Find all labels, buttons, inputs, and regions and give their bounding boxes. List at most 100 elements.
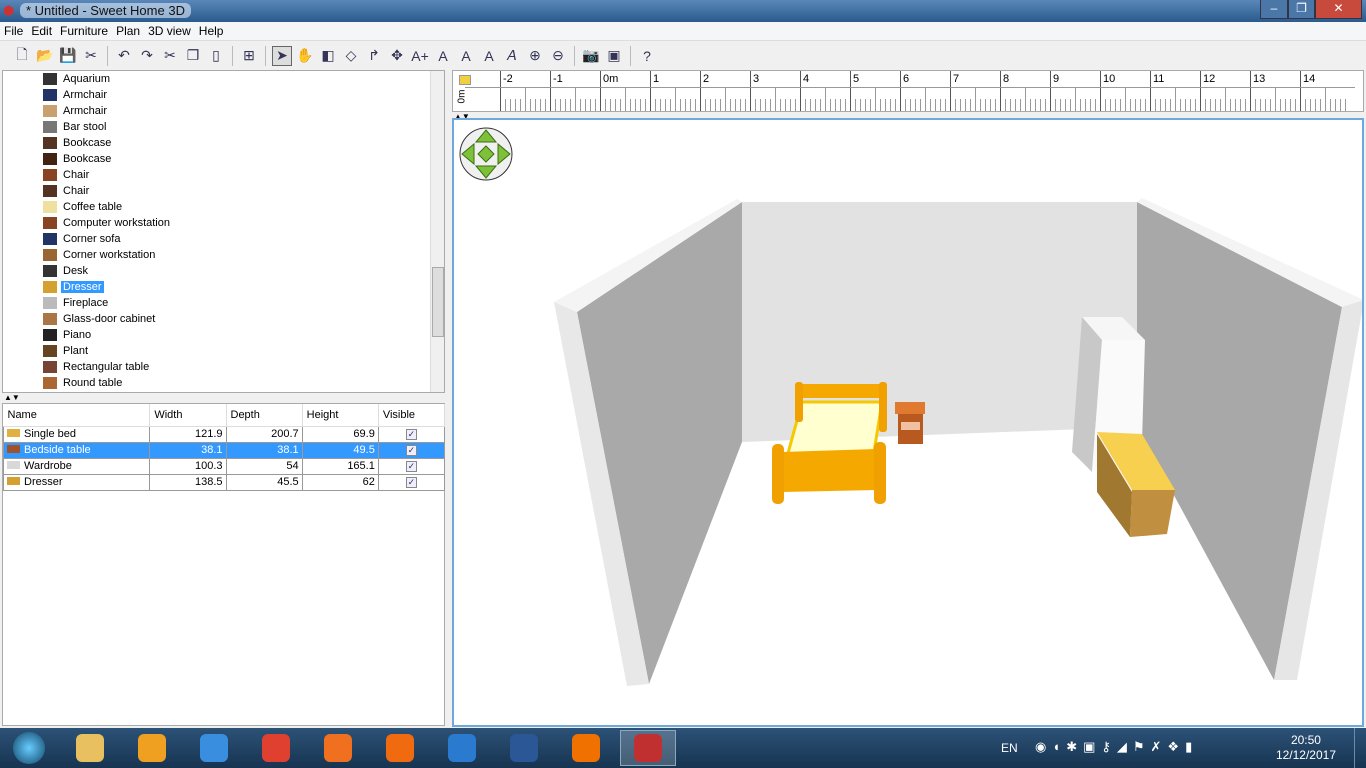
catalog-scrollbar[interactable] — [430, 71, 444, 392]
select-button[interactable]: ➤ — [272, 45, 292, 66]
catalog-item[interactable]: Computer workstation — [3, 215, 444, 231]
catalog-item[interactable]: Corner workstation — [3, 247, 444, 263]
clock[interactable]: 20:50 12/12/2017 — [1276, 733, 1336, 763]
system-tray-icons[interactable]: ◉◖✱▣⚷◢⚑✗❖▮ — [1035, 739, 1198, 755]
create-walls-button[interactable]: ◧ — [318, 46, 338, 66]
scroll-thumb[interactable] — [432, 267, 444, 337]
table-row[interactable]: Dresser 138.5 45.5 62 ✓ — [2, 473, 446, 491]
menu-3d-view[interactable]: 3D view — [144, 22, 195, 40]
taskbar-app[interactable] — [558, 730, 614, 766]
table-row[interactable]: Wardrobe 100.3 54 165.1 ✓ — [2, 457, 446, 475]
taskbar-app[interactable] — [310, 730, 366, 766]
catalog-item[interactable]: Armchair — [3, 103, 444, 119]
pan-button[interactable]: ✋ — [295, 46, 315, 66]
splitter-arrows[interactable]: ▲▼ — [4, 393, 20, 402]
catalog-item[interactable]: Aquarium — [3, 71, 444, 87]
ruler-minor-tick — [1215, 99, 1216, 111]
help-button[interactable]: ? — [637, 46, 657, 66]
redo-button[interactable]: ↷ — [137, 46, 157, 66]
close-button[interactable]: ✕ — [1315, 0, 1362, 19]
3d-view[interactable] — [452, 118, 1364, 727]
catalog-item[interactable]: Fireplace — [3, 295, 444, 311]
open-icon: 📂 — [36, 47, 54, 63]
zoom-out-button[interactable]: ⊖ — [548, 46, 568, 66]
furniture-icon — [43, 377, 57, 389]
catalog-item[interactable]: Bar stool — [3, 119, 444, 135]
taskbar-app[interactable] — [124, 730, 180, 766]
column-header-depth[interactable]: Depth — [226, 404, 303, 427]
increase-text-button[interactable]: A — [433, 46, 453, 66]
start-button[interactable] — [4, 730, 54, 766]
preferences-button[interactable]: ✂ — [81, 46, 101, 66]
catalog-item[interactable]: Plant — [3, 343, 444, 359]
3d-scene[interactable] — [454, 120, 1364, 725]
ruler-minor-tick — [965, 99, 966, 111]
language-indicator[interactable]: EN — [1001, 741, 1018, 755]
menu-file[interactable]: File — [0, 22, 27, 40]
visible-checkbox[interactable]: ✓ — [405, 461, 417, 472]
menu-plan[interactable]: Plan — [112, 22, 144, 40]
ruler-minor-tick — [1340, 99, 1341, 111]
decrease-text-button[interactable]: A — [456, 46, 476, 66]
catalog-item[interactable]: Glass-door cabinet — [3, 311, 444, 327]
catalog-item[interactable]: Bookcase — [3, 135, 444, 151]
visible-checkbox[interactable]: ✓ — [405, 429, 417, 440]
save-button[interactable]: 💾 — [58, 46, 78, 66]
catalog-item[interactable]: Bookcase — [3, 151, 444, 167]
minimize-button[interactable]: – — [1260, 0, 1288, 19]
menu-edit[interactable]: Edit — [27, 22, 56, 40]
open-button[interactable]: 📂 — [35, 46, 55, 66]
create-rooms-button[interactable]: ◇ — [341, 46, 361, 66]
copy-button[interactable]: ❐ — [183, 46, 203, 66]
zoom-in-button[interactable]: ⊕ — [525, 46, 545, 66]
table-row[interactable]: Bedside table 38.1 38.1 49.5 ✓ — [2, 441, 446, 459]
taskbar-app[interactable] — [186, 730, 242, 766]
create-polylines-button[interactable]: ↱ — [364, 46, 384, 66]
ruler-minor-tick — [645, 99, 646, 111]
cut-button[interactable]: ✂ — [160, 46, 180, 66]
catalog-item[interactable]: Coffee table — [3, 199, 444, 215]
create-video-button[interactable]: ▣ — [604, 46, 624, 66]
column-header-name[interactable]: Name — [3, 404, 151, 427]
undo-button[interactable]: ↶ — [114, 46, 134, 66]
catalog-item[interactable]: Corner sofa — [3, 231, 444, 247]
catalog-item[interactable]: Round table — [3, 375, 444, 391]
taskbar-app[interactable] — [620, 730, 676, 766]
create-dimensions-button[interactable]: ✥ — [387, 46, 407, 66]
taskbar-app[interactable] — [62, 730, 118, 766]
ruler-minor-tick — [1010, 99, 1011, 111]
column-header-width[interactable]: Width — [149, 404, 227, 427]
taskbar-app[interactable] — [496, 730, 552, 766]
bold-text-button[interactable]: A — [479, 46, 499, 66]
ruler-minor-tick — [1270, 99, 1271, 111]
italic-text-button[interactable]: 𝘈 — [502, 46, 522, 66]
catalog-item[interactable]: Chair — [3, 183, 444, 199]
column-header-height[interactable]: Height — [302, 404, 379, 427]
visible-checkbox[interactable]: ✓ — [405, 445, 417, 456]
create-photo-button[interactable]: 📷 — [581, 46, 601, 66]
ruler-minor-tick — [765, 99, 766, 111]
catalog-item[interactable]: Dresser — [3, 279, 444, 295]
maximize-button[interactable]: ❐ — [1288, 0, 1315, 19]
new-button[interactable]: 🗋 — [12, 46, 32, 66]
ruler-minor-tick — [1175, 87, 1176, 111]
table-row[interactable]: Single bed 121.9 200.7 69.9 ✓ — [2, 425, 446, 443]
menu-furniture[interactable]: Furniture — [56, 22, 112, 40]
column-header-visible[interactable]: Visible — [378, 404, 446, 427]
visible-checkbox[interactable]: ✓ — [405, 477, 417, 488]
catalog-item[interactable]: Desk — [3, 263, 444, 279]
catalog-item[interactable]: Chair — [3, 167, 444, 183]
add-text-button[interactable]: A+ — [410, 46, 430, 66]
ruler-minor-tick — [1225, 87, 1226, 111]
add-furniture-button[interactable]: ⊞ — [239, 46, 259, 66]
show-desktop-button[interactable] — [1354, 728, 1366, 768]
paste-button[interactable]: ▯ — [206, 46, 226, 66]
menu-help[interactable]: Help — [195, 22, 228, 40]
taskbar-app[interactable] — [372, 730, 428, 766]
catalog-item[interactable]: Piano — [3, 327, 444, 343]
taskbar-app[interactable] — [434, 730, 490, 766]
catalog-item[interactable]: Armchair — [3, 87, 444, 103]
catalog-item[interactable]: Rectangular table — [3, 359, 444, 375]
taskbar-app[interactable] — [248, 730, 304, 766]
ruler-minor-tick — [1130, 99, 1131, 111]
